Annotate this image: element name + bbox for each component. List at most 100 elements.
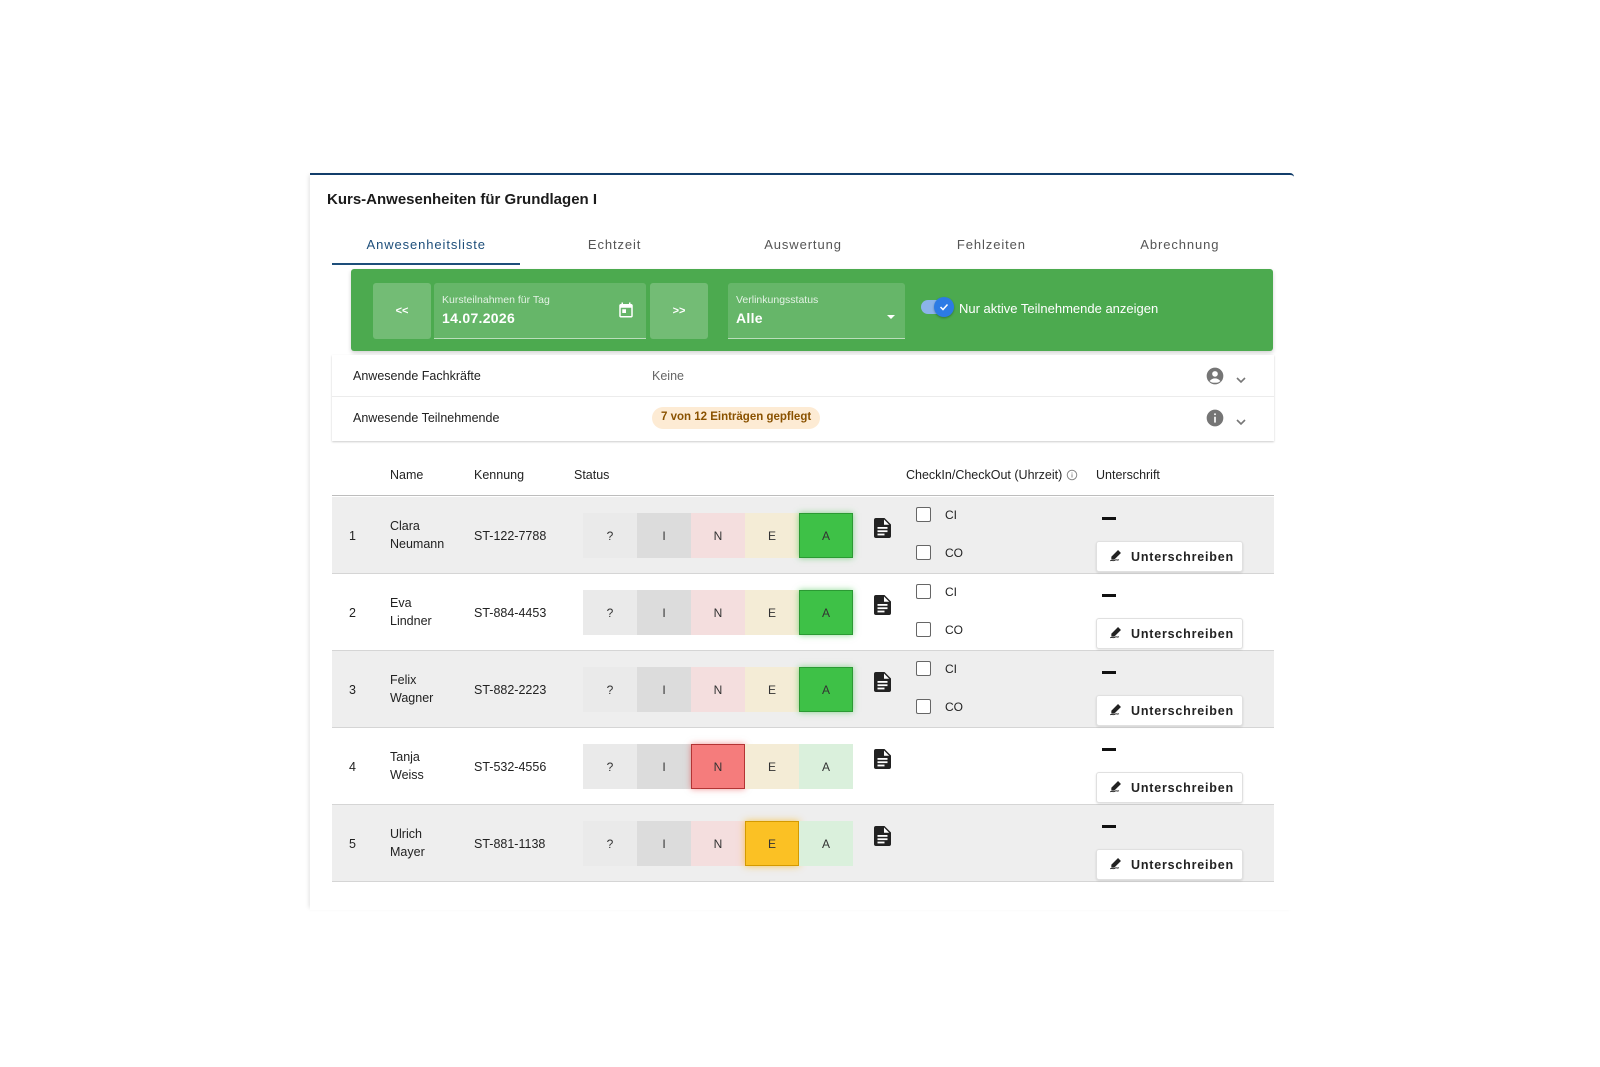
sign-button[interactable]: Unterschreiben [1096, 695, 1243, 726]
column-header-signature: Unterschrift [1096, 468, 1160, 482]
attendance-card: Kurs-Anwesenheiten für Grundlagen I Anwe… [310, 173, 1294, 910]
sign-button[interactable]: Unterschreiben [1096, 849, 1243, 880]
status-selector: ? I N E A [583, 744, 853, 789]
first-name: Ulrich [390, 827, 422, 841]
sign-button-label: Unterschreiben [1131, 626, 1234, 641]
tab-echtzeit[interactable]: Echtzeit [520, 227, 708, 265]
last-name: Lindner [390, 614, 432, 628]
filter-toolbar: << Kursteilnahmen für Tag 14.07.2026 >> … [351, 269, 1273, 351]
status-button-i[interactable]: I [637, 667, 691, 712]
info-outline-icon[interactable] [1066, 469, 1078, 484]
status-button-i[interactable]: I [637, 821, 691, 866]
no-signature-dash [1102, 671, 1116, 674]
checkout-checkbox[interactable] [916, 699, 931, 714]
participants-row[interactable]: Anwesende Teilnehmende 7 von 12 Einträge… [332, 397, 1274, 439]
status-button-e[interactable]: E [745, 744, 799, 789]
check-icon [939, 303, 949, 311]
staff-value: Keine [652, 369, 684, 383]
status-button-a[interactable]: A [799, 513, 853, 558]
status-button-a[interactable]: A [799, 821, 853, 866]
column-header-id[interactable]: Kennung [474, 468, 524, 482]
checkin-line: CI [906, 497, 1082, 535]
status-button-e[interactable]: E [745, 667, 799, 712]
checkin-checkbox[interactable] [916, 661, 931, 676]
checkout-line: CO [906, 612, 1082, 650]
document-icon[interactable] [874, 595, 891, 620]
document-icon[interactable] [874, 518, 891, 543]
document-icon[interactable] [874, 826, 891, 851]
link-status-label: Verlinkungsstatus [736, 294, 819, 306]
tab-fehlzeiten[interactable]: Fehlzeiten [897, 227, 1085, 265]
staff-label: Anwesende Fachkräfte [353, 369, 481, 383]
status-button-a[interactable]: A [799, 744, 853, 789]
status-button-q[interactable]: ? [583, 744, 637, 789]
document-icon[interactable] [874, 749, 891, 774]
signature-icon [1109, 548, 1123, 565]
active-only-toggle-label[interactable]: Nur aktive Teilnehmende anzeigen [959, 301, 1158, 316]
tab-anwesenheitsliste[interactable]: Anwesenheitsliste [332, 227, 521, 265]
status-button-i[interactable]: I [637, 590, 691, 635]
participant-name: Eva Lindner [390, 594, 465, 630]
no-signature-dash [1102, 825, 1116, 828]
checkout-checkbox[interactable] [916, 545, 931, 560]
sign-button[interactable]: Unterschreiben [1096, 618, 1243, 649]
status-button-a[interactable]: A [799, 667, 853, 712]
status-button-a[interactable]: A [799, 590, 853, 635]
column-header-name[interactable]: Name [390, 468, 423, 482]
next-day-button[interactable]: >> [650, 283, 708, 339]
participant-id: ST-882-2223 [474, 683, 547, 697]
status-button-i[interactable]: I [637, 513, 691, 558]
row-number: 4 [349, 760, 356, 774]
participants-label: Anwesende Teilnehmende [353, 411, 500, 425]
date-field[interactable]: Kursteilnahmen für Tag 14.07.2026 [434, 283, 646, 339]
active-only-toggle[interactable] [921, 297, 954, 317]
column-header-status[interactable]: Status [574, 468, 609, 482]
signature-icon [1109, 625, 1123, 642]
date-field-label: Kursteilnahmen für Tag [442, 294, 550, 306]
tab-auswertung[interactable]: Auswertung [709, 227, 897, 265]
status-button-i[interactable]: I [637, 744, 691, 789]
status-button-n[interactable]: N [691, 513, 745, 558]
document-icon[interactable] [874, 672, 891, 697]
sign-button-label: Unterschreiben [1131, 549, 1234, 564]
sign-button-label: Unterschreiben [1131, 857, 1234, 872]
status-button-q[interactable]: ? [583, 590, 637, 635]
chevron-down-icon[interactable] [1235, 413, 1247, 431]
checkin-checkbox[interactable] [916, 584, 931, 599]
status-button-q[interactable]: ? [583, 513, 637, 558]
checkout-label: CO [945, 546, 963, 560]
checkinout-header-label: CheckIn/CheckOut (Uhrzeit) [906, 468, 1063, 482]
participant-id: ST-884-4453 [474, 606, 547, 620]
status-button-q[interactable]: ? [583, 821, 637, 866]
calendar-icon[interactable] [617, 301, 635, 324]
entries-status-badge: 7 von 12 Einträgen gepflegt [652, 407, 821, 429]
dropdown-caret-icon [885, 308, 897, 326]
first-name: Clara [390, 519, 420, 533]
status-button-q[interactable]: ? [583, 667, 637, 712]
status-button-n[interactable]: N [691, 821, 745, 866]
table-header: Name Kennung Status CheckIn/CheckOut (Uh… [332, 453, 1274, 496]
staff-row[interactable]: Anwesende Fachkräfte Keine [332, 355, 1274, 397]
checkout-checkbox[interactable] [916, 622, 931, 637]
checkout-label: CO [945, 623, 963, 637]
participant-name: Felix Wagner [390, 671, 465, 707]
status-button-e[interactable]: E [745, 590, 799, 635]
status-button-n[interactable]: N [691, 667, 745, 712]
first-name: Eva [390, 596, 412, 610]
link-status-select[interactable]: Verlinkungsstatus Alle [728, 283, 905, 339]
sign-button[interactable]: Unterschreiben [1096, 541, 1243, 572]
sign-button[interactable]: Unterschreiben [1096, 772, 1243, 803]
status-button-e[interactable]: E [745, 513, 799, 558]
tab-abrechnung[interactable]: Abrechnung [1086, 227, 1274, 265]
checkin-label: CI [945, 662, 957, 676]
status-button-n[interactable]: N [691, 590, 745, 635]
previous-day-button[interactable]: << [373, 283, 431, 339]
sign-button-label: Unterschreiben [1131, 703, 1234, 718]
checkin-checkbox[interactable] [916, 507, 931, 522]
first-name: Felix [390, 673, 417, 687]
row-number: 1 [349, 529, 356, 543]
participant-name: Tanja Weiss [390, 748, 465, 784]
status-button-e[interactable]: E [745, 821, 799, 866]
chevron-down-icon[interactable] [1235, 371, 1247, 389]
status-button-n[interactable]: N [691, 744, 745, 789]
